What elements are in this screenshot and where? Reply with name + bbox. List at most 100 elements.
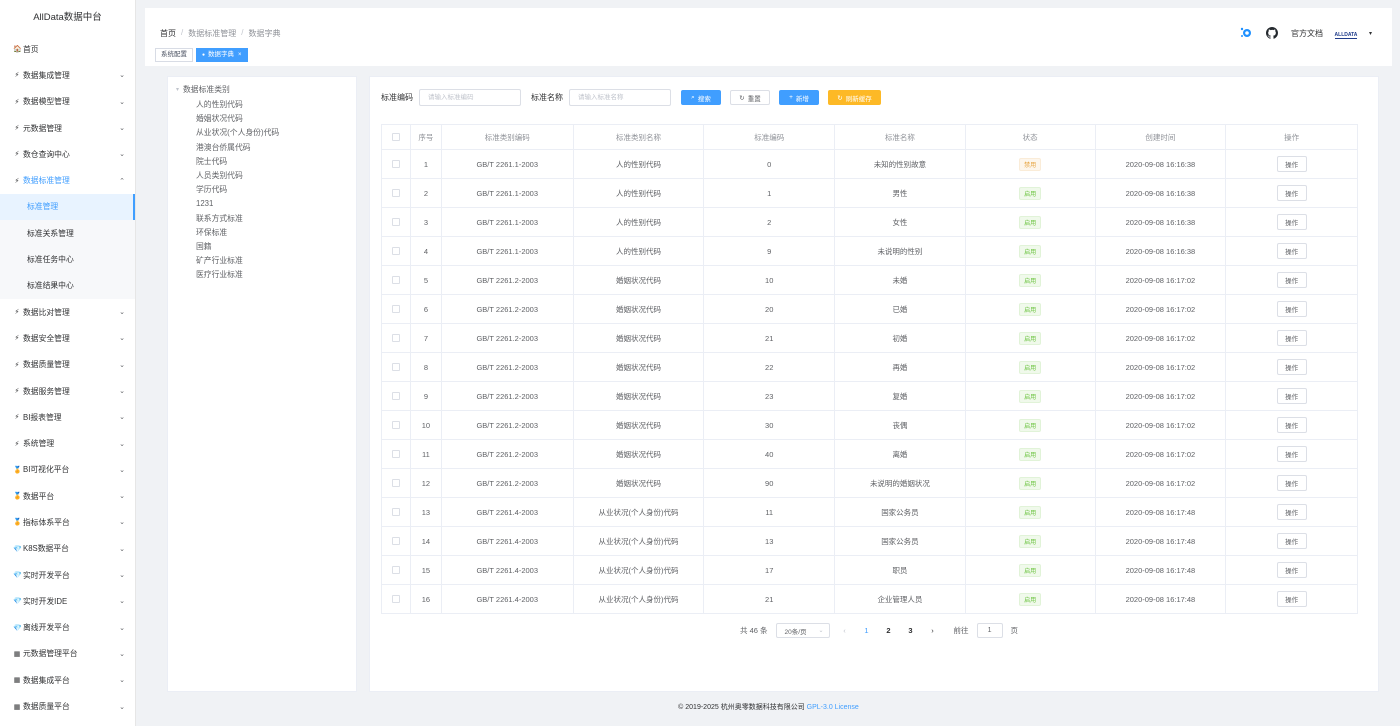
sidebar-item-4[interactable]: ⚡ 数仓查询中心 ⌄ (0, 141, 135, 167)
sidebar-item-23[interactable]: ▦ 元数据管理平台 ⌄ (0, 641, 135, 667)
row-action-button[interactable]: 操作 (1276, 243, 1307, 259)
prev-page-icon[interactable]: ‹ (838, 626, 852, 635)
row-action-button[interactable]: 操作 (1276, 475, 1307, 491)
row-checkbox[interactable] (391, 392, 400, 400)
sidebar-item-1[interactable]: ⚡ 数据集成管理 ⌄ (0, 62, 135, 88)
row-action-button[interactable]: 操作 (1276, 214, 1307, 230)
row-checkbox[interactable] (391, 334, 400, 342)
next-page-icon[interactable]: › (926, 626, 940, 635)
assistant-icon[interactable] (1239, 26, 1253, 40)
row-checkbox[interactable] (391, 595, 400, 603)
sidebar-item-18[interactable]: 🏅 指标体系平台 ⌄ (0, 509, 135, 535)
row-action-button[interactable]: 操作 (1276, 591, 1307, 607)
sidebar-item-19[interactable]: 💎 K8S数据平台 ⌄ (0, 536, 135, 562)
row-checkbox[interactable] (391, 566, 400, 574)
row-action-button[interactable]: 操作 (1276, 156, 1307, 172)
sidebar-item-15[interactable]: ⚡ 系统管理 ⌄ (0, 430, 135, 456)
sidebar-item-12[interactable]: ⚡ 数据质量管理 ⌄ (0, 352, 135, 378)
tree-node[interactable]: 院士代码 (196, 155, 279, 169)
row-checkbox[interactable] (391, 537, 400, 545)
sidebar-item-6[interactable]: 标准管理 (0, 193, 135, 221)
row-checkbox[interactable] (391, 450, 400, 458)
tree-node[interactable]: 婚姻状况代码 (196, 112, 279, 126)
row-checkbox[interactable] (391, 479, 400, 487)
tree-node[interactable]: 矿产行业标准 (196, 254, 279, 268)
breadcrumb-home[interactable]: 首页 (160, 28, 176, 39)
sidebar-item-3[interactable]: ⚡ 元数据管理 ⌄ (0, 115, 135, 141)
row-checkbox[interactable] (391, 421, 400, 429)
reset-button[interactable]: ↻ 重置 (730, 90, 770, 105)
row-checkbox[interactable] (391, 305, 400, 313)
github-icon[interactable] (1265, 26, 1279, 40)
row-action-button[interactable]: 操作 (1276, 562, 1307, 578)
code-input[interactable] (419, 89, 521, 106)
tree-node[interactable]: 联系方式标准 (196, 212, 279, 226)
menu-icon: ▦ (13, 703, 21, 711)
tree-node[interactable]: 人员类别代码 (196, 169, 279, 183)
row-action-button[interactable]: 操作 (1276, 359, 1307, 375)
sidebar-item-2[interactable]: ⚡ 数据模型管理 ⌄ (0, 89, 135, 115)
breadcrumb-standard-mgmt[interactable]: 数据标准管理 (188, 28, 236, 39)
sidebar-item-21[interactable]: 💎 实时开发IDE ⌄ (0, 588, 135, 614)
sidebar-item-11[interactable]: ⚡ 数据安全管理 ⌄ (0, 325, 135, 351)
sidebar-item-20[interactable]: 💎 实时开发平台 ⌄ (0, 562, 135, 588)
tag-system-config[interactable]: 系统配置 (155, 48, 193, 62)
row-action-button[interactable]: 操作 (1276, 272, 1307, 288)
row-action-button[interactable]: 操作 (1276, 388, 1307, 404)
sidebar-item-25[interactable]: ▦ 数据质量平台 ⌄ (0, 693, 135, 719)
sidebar-item-22[interactable]: 💎 离线开发平台 ⌄ (0, 615, 135, 641)
refresh-cache-button[interactable]: ↻ 刷新缓存 (828, 90, 881, 105)
cell-created-time: 2020-09-08 16:17:02 (1096, 382, 1227, 410)
tree-node[interactable]: 医疗行业标准 (196, 268, 279, 282)
license-link[interactable]: GPL-3.0 License (807, 704, 859, 711)
sidebar-item-16[interactable]: 🏅 BI可视化平台 ⌄ (0, 457, 135, 483)
sidebar-item-9[interactable]: 标准结果中心 (0, 272, 135, 299)
avatar[interactable]: ALLDATA (1335, 27, 1357, 39)
sidebar-item-13[interactable]: ⚡ 数据服务管理 ⌄ (0, 378, 135, 404)
row-checkbox[interactable] (391, 160, 400, 168)
row-action-button[interactable]: 操作 (1276, 301, 1307, 317)
page-1[interactable]: 1 (860, 626, 874, 635)
select-all-checkbox[interactable] (391, 133, 400, 141)
docs-link[interactable]: 官方文档 (1291, 28, 1323, 39)
tree-node[interactable]: 国籍 (196, 240, 279, 254)
chevron-down-icon[interactable]: ▾ (1369, 30, 1372, 37)
sidebar-item-0[interactable]: 🏠 首页 (0, 36, 135, 62)
sidebar-item-10[interactable]: ⚡ 数据比对管理 ⌄ (0, 299, 135, 325)
jump-page-input[interactable]: 1 (976, 623, 1003, 638)
sidebar-item-8[interactable]: 标准任务中心 (0, 246, 135, 273)
sidebar-item-14[interactable]: ⚡ BI报表管理 ⌄ (0, 404, 135, 430)
tree-node[interactable]: 港澳台侨属代码 (196, 141, 279, 155)
tree-node[interactable]: 1231 (196, 197, 279, 211)
row-checkbox[interactable] (391, 276, 400, 284)
sidebar-item-5[interactable]: ⚡ 数据标准管理 ⌃ (0, 167, 135, 193)
tree-node[interactable]: 环保标准 (196, 226, 279, 240)
page-3[interactable]: 3 (904, 626, 918, 635)
tree-node[interactable]: 学历代码 (196, 183, 279, 197)
row-checkbox[interactable] (391, 247, 400, 255)
row-checkbox[interactable] (391, 189, 400, 197)
row-action-button[interactable]: 操作 (1276, 504, 1307, 520)
page-2[interactable]: 2 (882, 626, 896, 635)
add-button[interactable]: + 新增 (779, 90, 819, 105)
page-size-select[interactable]: 20条/页 ⌄ (775, 623, 830, 638)
tree-root[interactable]: ▾ 数据标准类别 (176, 84, 230, 95)
row-action-button[interactable]: 操作 (1276, 330, 1307, 346)
sidebar-item-24[interactable]: ▦ 数据集成平台 ⌄ (0, 667, 135, 693)
row-action-button[interactable]: 操作 (1276, 446, 1307, 462)
row-checkbox[interactable] (391, 218, 400, 226)
tree-node[interactable]: 从业状况(个人身份)代码 (196, 126, 279, 140)
tag-data-dictionary[interactable]: 数据字典× (196, 48, 248, 62)
tree-node[interactable]: 人的性别代码 (196, 98, 279, 112)
search-button[interactable]: ⌕ 搜索 (681, 90, 721, 105)
name-input[interactable] (569, 89, 671, 106)
row-action-button[interactable]: 操作 (1276, 417, 1307, 433)
caret-down-icon[interactable]: ▾ (176, 86, 179, 93)
sidebar-item-7[interactable]: 标准关系管理 (0, 220, 135, 247)
row-action-button[interactable]: 操作 (1276, 533, 1307, 549)
row-checkbox[interactable] (391, 508, 400, 516)
close-icon[interactable]: × (238, 52, 242, 58)
sidebar-item-17[interactable]: 🏅 数据平台 ⌄ (0, 483, 135, 509)
row-action-button[interactable]: 操作 (1276, 185, 1307, 201)
row-checkbox[interactable] (391, 363, 400, 371)
